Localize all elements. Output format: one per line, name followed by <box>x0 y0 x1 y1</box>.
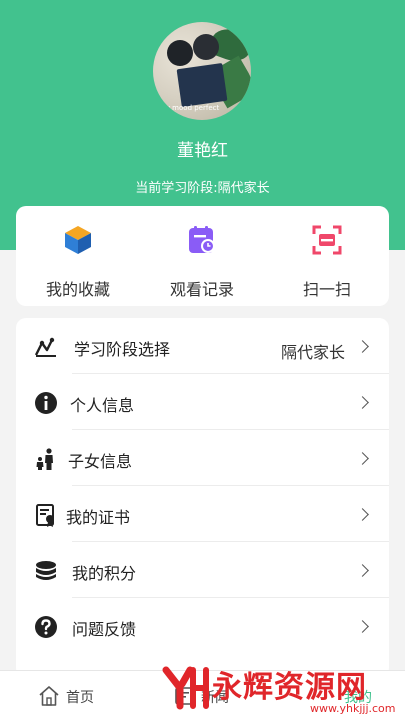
watermark: 永辉资源网 www.yhkjjj.com <box>160 660 405 720</box>
menu-item-label: 问题反馈 <box>72 620 137 639</box>
menu-item-personal-info[interactable]: 个人信息 <box>16 374 389 430</box>
menu-item-label: 个人信息 <box>70 396 135 415</box>
family-icon <box>36 448 53 470</box>
chevron-right-icon <box>356 564 369 577</box>
menu-item-label: 我的积分 <box>72 564 137 583</box>
menu-item-certificates[interactable]: 我的证书 <box>16 486 389 542</box>
watch-history-label: 观看记录 <box>169 280 234 299</box>
menu-item-stage-select[interactable]: 学习阶段选择 隔代家长 <box>16 318 389 374</box>
menu-item-label: 子女信息 <box>68 452 133 471</box>
user-name: 董艳红 <box>177 141 228 161</box>
avatar-card <box>176 62 228 108</box>
coins-icon <box>36 561 56 580</box>
cube-icon <box>65 226 91 254</box>
chevron-right-icon <box>356 508 369 521</box>
favorites-button[interactable]: 我的收藏 <box>16 206 140 306</box>
menu-item-feedback[interactable]: 问题反馈 <box>16 598 389 654</box>
tab-home[interactable]: 首页 <box>0 671 110 721</box>
menu-item-label: 学习阶段选择 <box>74 340 171 359</box>
watermark-url: www.yhkjjj.com <box>310 702 396 715</box>
avatar[interactable]: my mood perfect <box>153 22 251 120</box>
tab-home-label: 首页 <box>66 690 94 706</box>
favorites-label: 我的收藏 <box>45 280 110 299</box>
watermark-text: 永辉资源网 <box>212 670 367 705</box>
scan-label: 扫一扫 <box>302 280 351 299</box>
scan-button[interactable]: 扫一扫 <box>265 206 389 306</box>
quick-actions-card: 我的收藏 观看记录 扫一扫 <box>16 206 389 306</box>
settings-list: 学习阶段选择 隔代家长 个人信息 子女信息 我的证书 我的积分 问题反馈 <box>16 318 389 678</box>
menu-item-points[interactable]: 我的积分 <box>16 542 389 598</box>
stage-chart-icon <box>34 337 56 357</box>
current-stage-value: 隔代家长 <box>280 343 345 362</box>
menu-item-label: 我的证书 <box>66 508 131 527</box>
avatar-caption: my mood perfect <box>159 104 220 112</box>
info-icon <box>35 392 57 414</box>
certificate-icon <box>36 504 54 527</box>
scan-icon <box>312 225 342 255</box>
chevron-right-icon <box>356 452 369 465</box>
current-stage: 当前学习阶段:隔代家长 <box>135 181 270 196</box>
home-icon <box>39 686 59 706</box>
avatar-earring <box>167 40 193 66</box>
chevron-right-icon <box>356 396 369 409</box>
watermark-logo-icon <box>162 666 209 710</box>
question-icon <box>35 616 57 638</box>
chevron-right-icon <box>356 620 369 633</box>
history-icon <box>189 226 215 253</box>
menu-item-children-info[interactable]: 子女信息 <box>16 430 389 486</box>
watch-history-button[interactable]: 观看记录 <box>140 206 264 306</box>
chevron-right-icon <box>356 340 369 353</box>
avatar-earring <box>193 34 219 60</box>
